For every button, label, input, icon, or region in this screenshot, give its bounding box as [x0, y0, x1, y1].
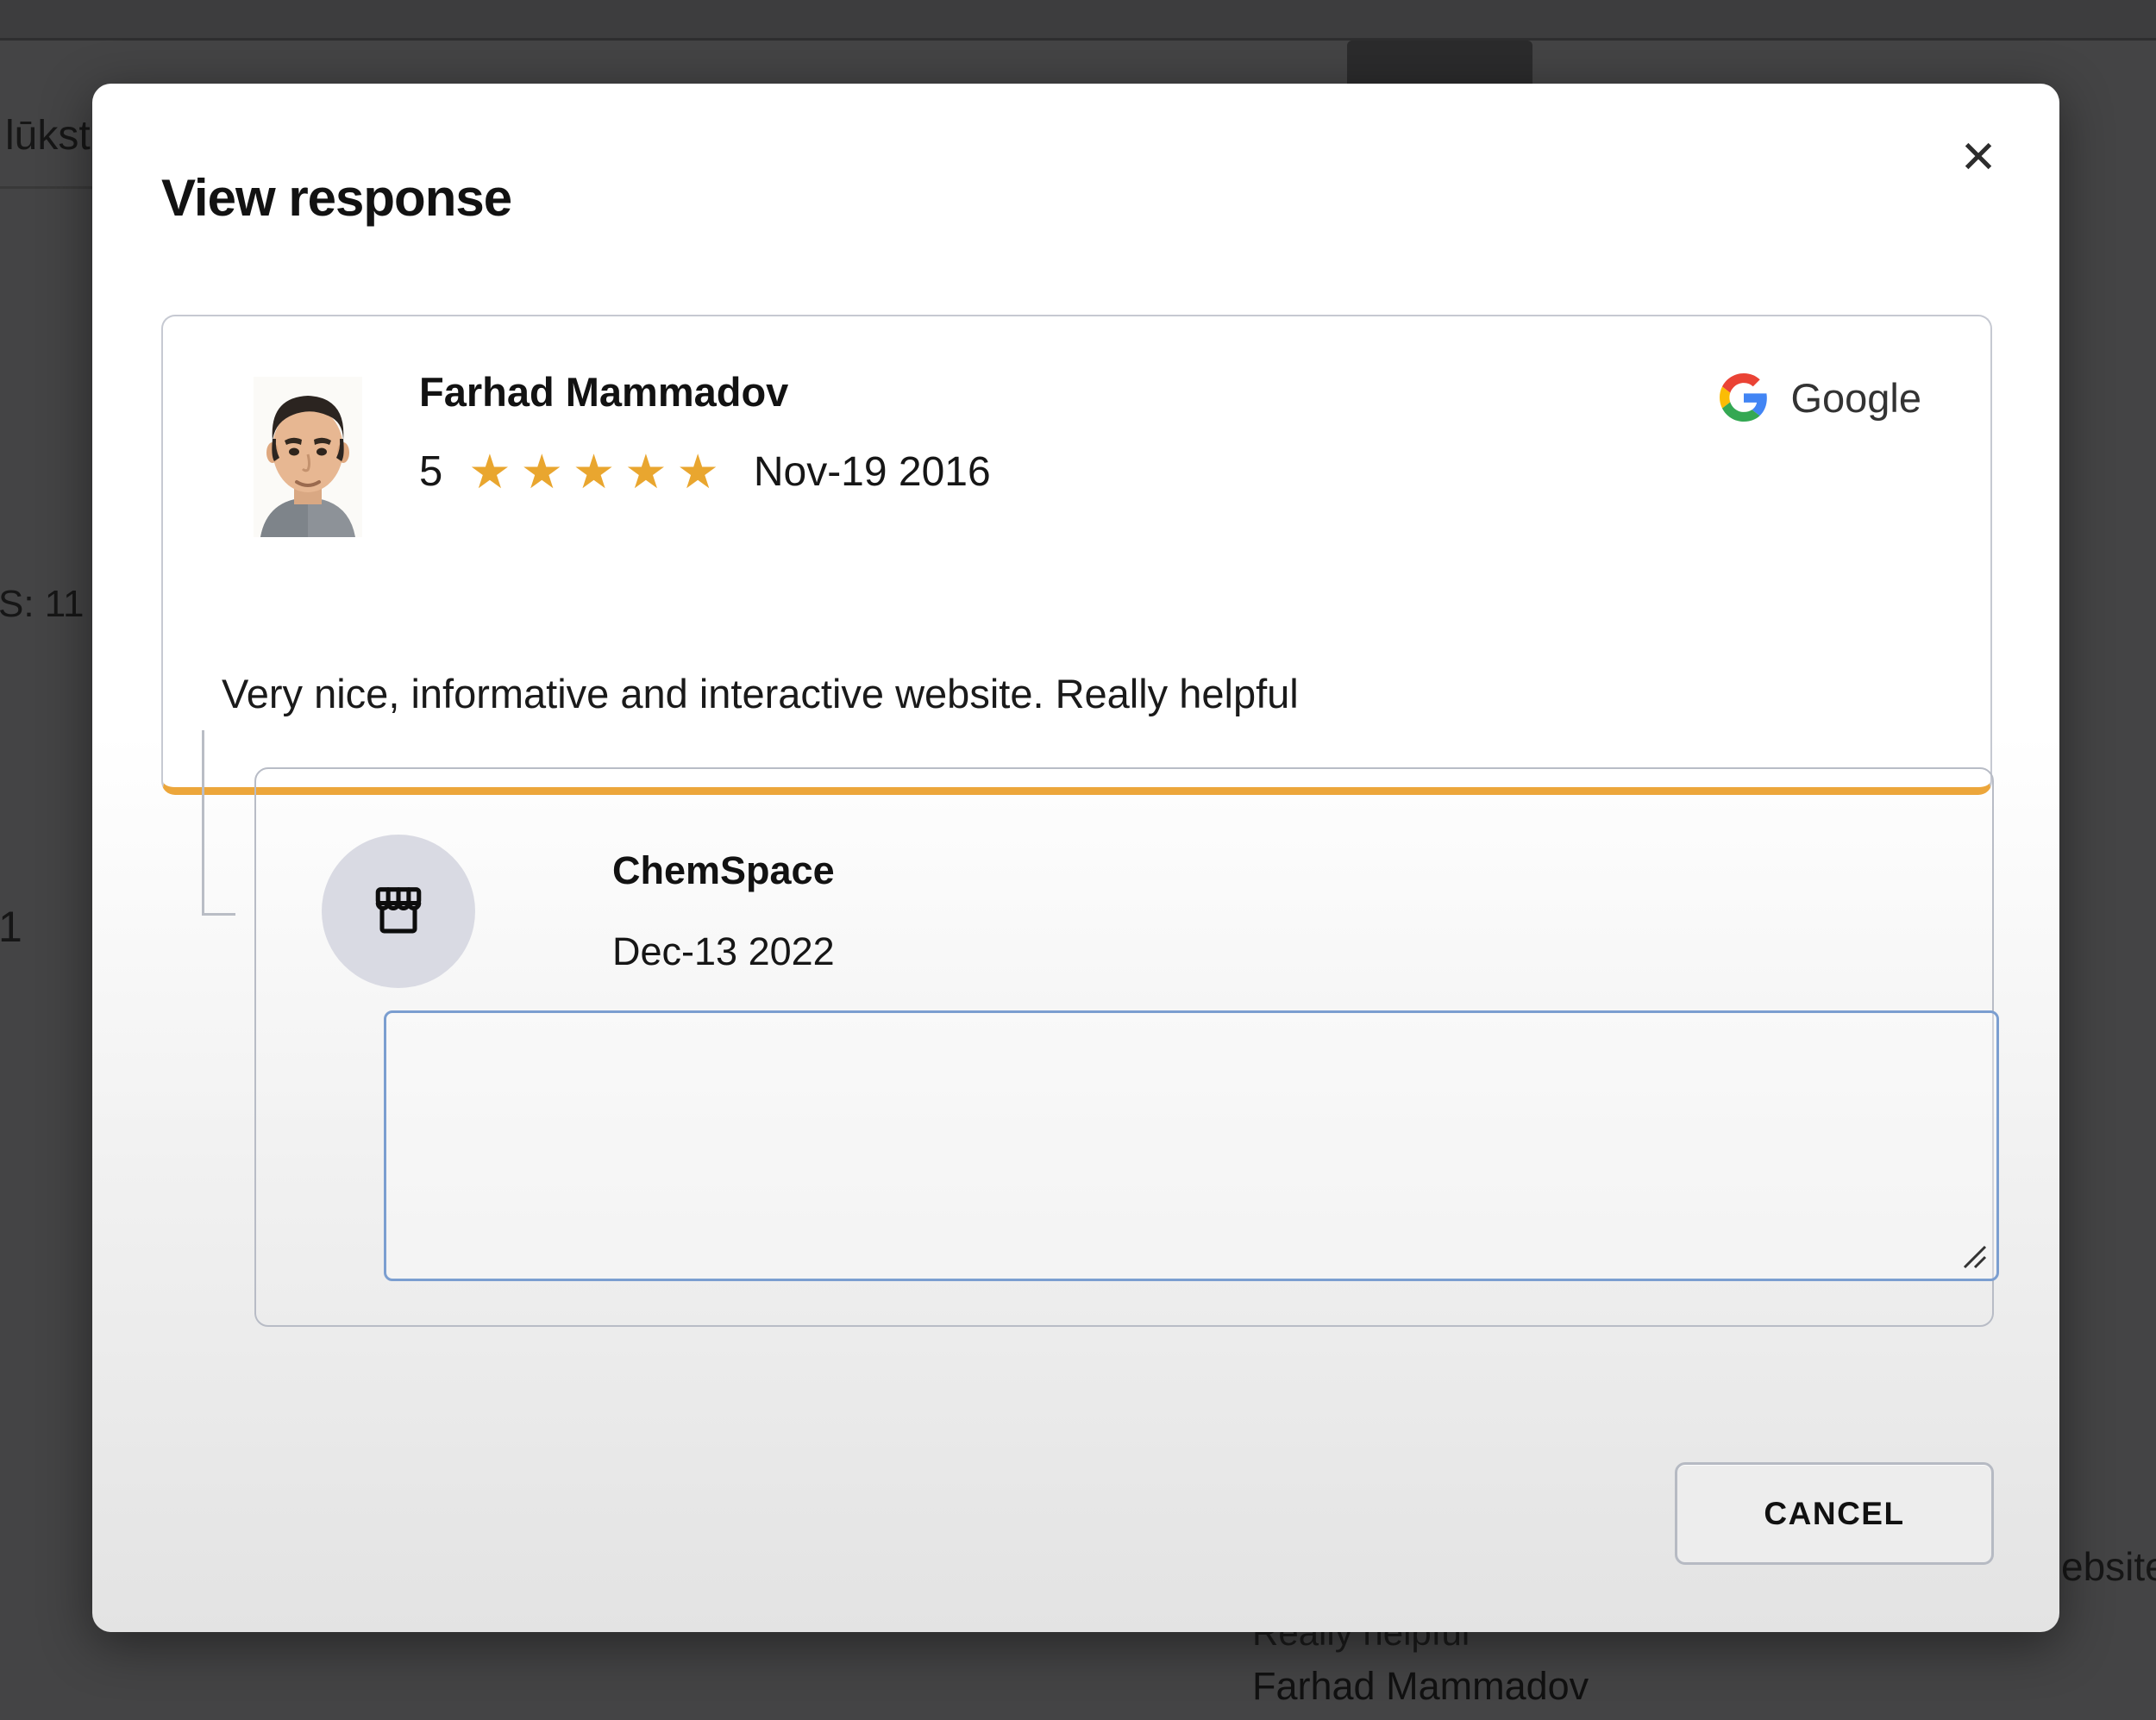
review-source: Google: [1720, 373, 1921, 422]
star-icon: ★: [677, 448, 719, 496]
star-rating-icons: ★ ★ ★ ★ ★: [468, 448, 719, 496]
rating-value: 5: [419, 447, 442, 496]
star-icon: ★: [573, 448, 615, 496]
review-date: Nov-19 2016: [754, 448, 991, 496]
background-divider: [0, 186, 95, 189]
star-icon: ★: [521, 448, 563, 496]
dialog-title: View response: [161, 168, 511, 228]
avatar-portrait-image: [254, 377, 362, 537]
review-text: Very nice, informative and interactive w…: [222, 670, 1299, 717]
cancel-button[interactable]: CANCEL: [1675, 1462, 1994, 1565]
google-g-logo-icon: [1720, 373, 1768, 422]
screen: lūkst S: 11 1 Really helpful Farhad Mamm…: [0, 0, 2156, 1720]
reviewer-avatar: [254, 377, 362, 537]
reviewer-name: Farhad Mammadov: [419, 368, 788, 416]
background-top-bar: [0, 0, 2156, 41]
star-icon: ★: [624, 448, 667, 496]
close-icon[interactable]: ✕: [1946, 125, 2011, 191]
response-textarea[interactable]: [384, 1010, 1999, 1281]
business-name: ChemSpace: [612, 848, 835, 893]
source-label: Google: [1790, 374, 1921, 422]
business-avatar: [322, 835, 475, 988]
response-card: ChemSpace Dec-13 2022: [254, 767, 1994, 1327]
background-partial-reviewer-name: Farhad Mammadov: [1252, 1664, 1589, 1709]
background-partial-text-lukst: lūkst: [5, 112, 91, 159]
background-partial-text-website: ebsite: [2061, 1543, 2156, 1590]
rating-row: 5 ★ ★ ★ ★ ★ Nov-19 2016: [419, 447, 991, 496]
thread-connector-line: [202, 730, 235, 916]
review-card: Farhad Mammadov 5 ★ ★ ★ ★ ★ Nov-19 2016: [161, 315, 1992, 795]
background-highlight-tab: [1347, 41, 1532, 84]
background-partial-text-reviews-count: S: 11: [0, 583, 84, 626]
background-partial-text-one: 1: [0, 902, 22, 952]
storefront-icon: [366, 879, 431, 944]
star-icon: ★: [468, 448, 511, 496]
response-date: Dec-13 2022: [612, 929, 835, 974]
view-response-dialog: View response ✕: [92, 84, 2059, 1632]
